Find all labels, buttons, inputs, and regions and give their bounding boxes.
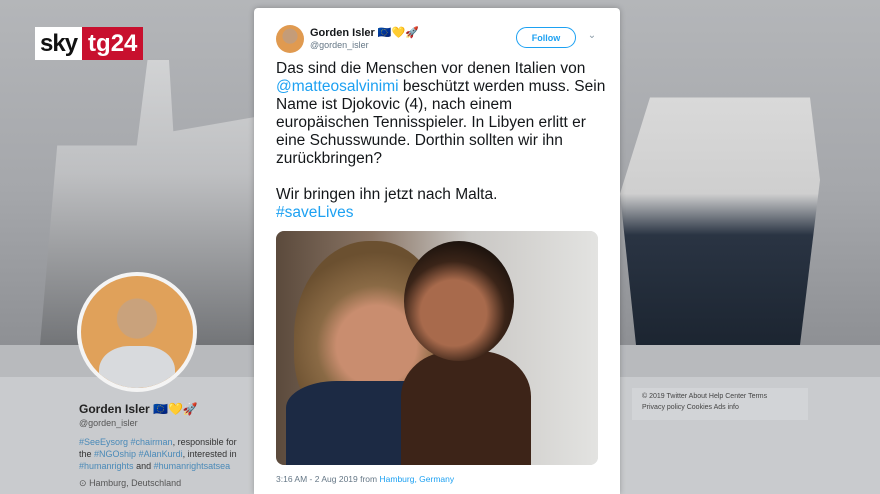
profile-bio: #SeeEysorg #chairman, responsible for th… [79,436,249,472]
profile-location-text: Hamburg, Deutschland [89,478,182,488]
bio-text: and [136,461,152,471]
bio-hashtag-seeeysorg[interactable]: #SeeEysorg [79,437,128,447]
bio-hashtag-humanrightsatsea[interactable]: #humanrightsatsea [154,461,231,471]
profile-name: Gorden Isler 🇪🇺💛🚀 [79,402,198,416]
tweet-mention-link[interactable]: @matteosalvinimi [276,78,399,95]
profile-handle: @gorden_isler [79,418,138,428]
tweet-paragraph-1: Das sind die Menschen vor denen Italien … [276,60,606,168]
tweet-photo[interactable] [276,231,598,465]
footer-line-2[interactable]: Privacy policy Cookies Ads info [642,402,798,413]
tweet-timestamp: 3:16 AM - 2 Aug 2019 from Hamburg, Germa… [276,474,454,484]
location-pin-icon: ⊙ [79,478,87,488]
tweet-text-part: Wir bringen ihn jetzt nach Malta. [276,186,498,203]
footer-line-1[interactable]: © 2019 Twitter About Help Center Terms [642,391,798,402]
profile-name-text: Gorden Isler [79,402,150,416]
background-ship-right [620,97,820,345]
tweet-text: Das sind die Menschen vor denen Italien … [276,60,606,240]
follow-button[interactable]: Follow [516,27,576,48]
tweet-author-emojis: 🇪🇺💛🚀 [377,27,419,39]
tweet-hashtag-link[interactable]: #saveLives [276,204,354,221]
tweet-card: Gorden Isler 🇪🇺💛🚀 @gorden_isler Follow ⌄… [254,8,620,494]
sky-tg24-logo: sky tg24 [35,27,144,60]
profile-name-emojis: 🇪🇺💛🚀 [153,402,198,416]
bio-text: , interested in [182,449,237,459]
tweet-text-part: Das sind die Menschen vor denen Italien … [276,60,586,77]
tweet-author-name[interactable]: Gorden Isler 🇪🇺💛🚀 [310,26,419,39]
profile-location: ⊙ Hamburg, Deutschland [79,478,181,489]
bio-hashtag-alankurdi[interactable]: #AlanKurdi [139,449,183,459]
tweet-timestamp-text[interactable]: 3:16 AM - 2 Aug 2019 from [276,474,377,484]
logo-sky: sky [35,27,83,60]
profile-avatar[interactable] [77,272,197,392]
footer-links: © 2019 Twitter About Help Center Terms P… [632,388,808,420]
tweet-author-name-text[interactable]: Gorden Isler [310,27,375,39]
tweet-location-link[interactable]: Hamburg, Germany [380,474,455,484]
chevron-down-icon[interactable]: ⌄ [586,30,598,42]
bio-hashtag-humanrights[interactable]: #humanrights [79,461,134,471]
tweet-author-avatar[interactable] [276,25,304,53]
bio-hashtag-chairman[interactable]: #chairman [131,437,173,447]
bio-hashtag-ngoship[interactable]: #NGOship [94,449,136,459]
tweet-author-handle[interactable]: @gorden_isler [310,40,369,50]
tweet-paragraph-2: Wir bringen ihn jetzt nach Malta. #saveL… [276,186,606,222]
logo-tg24: tg24 [82,27,144,60]
